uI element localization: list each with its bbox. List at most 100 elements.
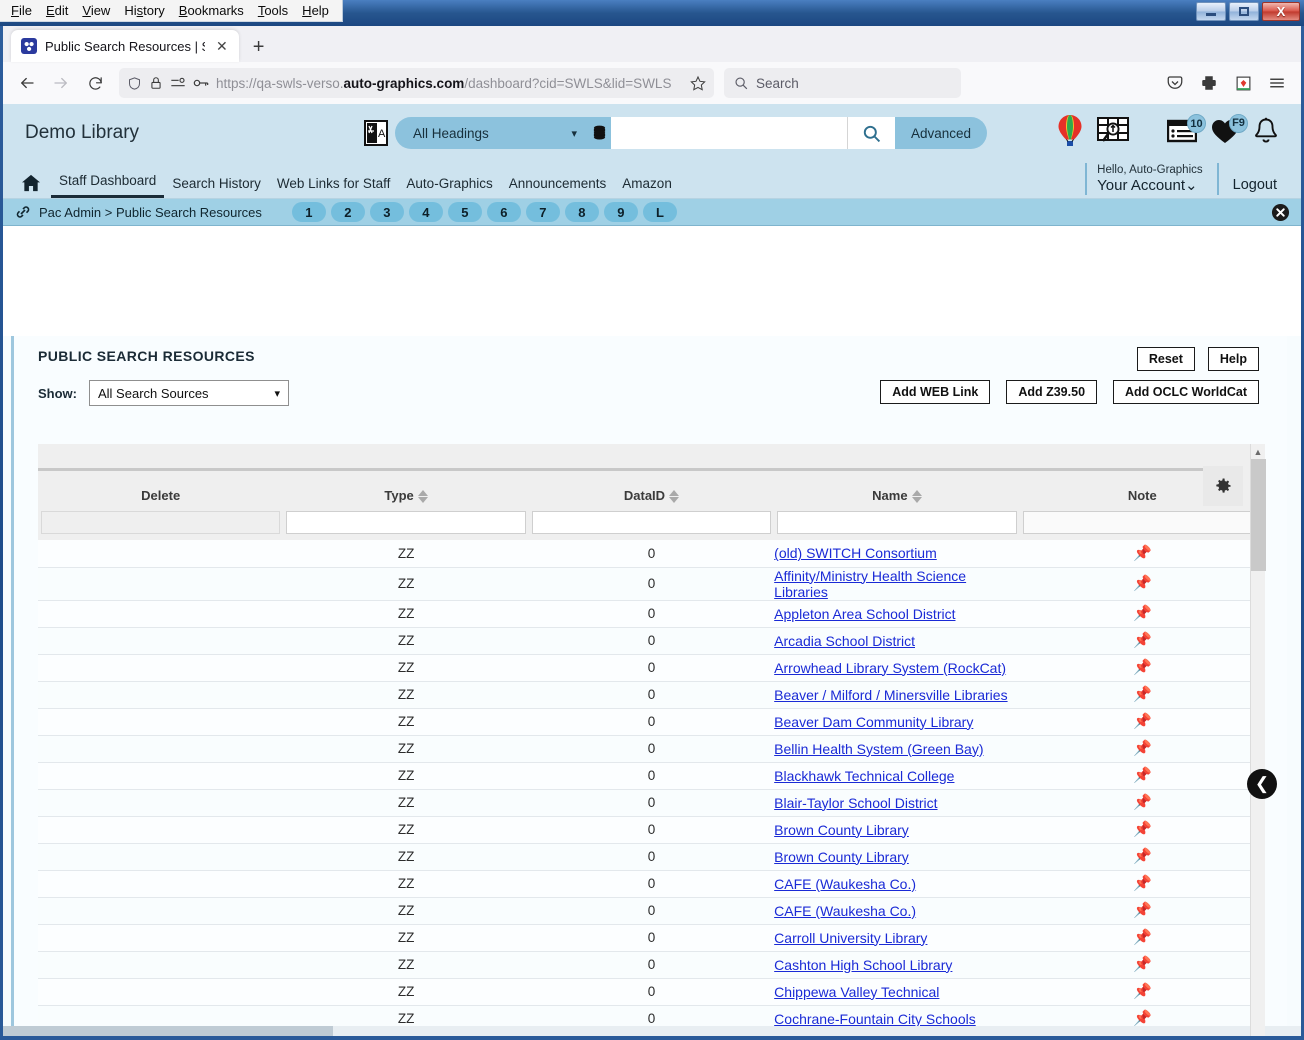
menu-view[interactable]: View xyxy=(75,1,117,20)
pushpin-icon[interactable]: 📌 xyxy=(1133,795,1152,810)
menu-history[interactable]: History xyxy=(117,1,171,20)
cell-delete[interactable] xyxy=(38,951,284,979)
cell-type: ZZ xyxy=(283,789,529,817)
reset-button[interactable]: Reset xyxy=(1136,347,1195,372)
key-icon[interactable] xyxy=(193,76,209,90)
window-maximize-button[interactable] xyxy=(1229,2,1259,21)
menu-file[interactable]: File xyxy=(4,1,39,20)
show-select[interactable]: All Search Sources ▾ xyxy=(89,380,289,406)
cell-delete[interactable] xyxy=(38,789,284,817)
print-icon[interactable] xyxy=(1193,67,1225,99)
add-web-link-button[interactable]: Add WEB Link xyxy=(880,380,991,405)
resource-name-link[interactable]: Affinity/Ministry Health Science Librari… xyxy=(774,568,966,600)
grid-settings-button[interactable] xyxy=(1203,466,1243,506)
resource-name-link[interactable]: Blackhawk Technical College xyxy=(774,768,954,784)
pushpin-icon[interactable]: 📌 xyxy=(1133,903,1152,918)
resource-name-link[interactable]: Brown County Library xyxy=(774,849,909,865)
collapse-panel-button[interactable]: ❮ xyxy=(1247,769,1277,799)
grid-vertical-scrollbar[interactable]: ▲ xyxy=(1250,444,1266,1036)
reload-button[interactable] xyxy=(79,67,111,99)
hscrollbar-thumb[interactable] xyxy=(3,1026,333,1036)
scroll-up-icon[interactable]: ▲ xyxy=(1251,444,1265,459)
cell-delete[interactable] xyxy=(38,897,284,925)
cell-delete[interactable] xyxy=(38,978,284,1006)
pushpin-icon[interactable]: 📌 xyxy=(1133,606,1152,621)
bookmark-star-icon[interactable] xyxy=(690,75,706,91)
pushpin-icon[interactable]: 📌 xyxy=(1133,714,1152,729)
filter-note[interactable] xyxy=(1022,511,1262,535)
browser-search-box[interactable]: Search xyxy=(724,68,961,98)
resource-name-link[interactable]: Carroll University Library xyxy=(774,930,927,946)
resource-name-link[interactable]: CAFE (Waukesha Co.) xyxy=(774,903,916,919)
hamburger-menu-icon[interactable] xyxy=(1261,67,1293,99)
cell-delete[interactable] xyxy=(38,816,284,844)
filter-dataid-input[interactable] xyxy=(531,511,772,535)
pushpin-icon[interactable]: 📌 xyxy=(1133,876,1152,891)
menu-edit[interactable]: Edit xyxy=(39,1,75,20)
cell-delete[interactable] xyxy=(38,870,284,898)
menu-bookmarks[interactable]: Bookmarks xyxy=(172,1,251,20)
resource-name-link[interactable]: Cochrane-Fountain City Schools xyxy=(774,1011,976,1027)
browser-tab-active[interactable]: Public Search Resources | SWLS ✕ xyxy=(11,30,239,62)
help-button[interactable]: Help xyxy=(1207,347,1259,372)
resource-name-link[interactable]: Appleton Area School District xyxy=(774,606,955,622)
window-minimize-button[interactable] xyxy=(1196,2,1226,21)
resource-name-link[interactable]: Arcadia School District xyxy=(774,633,915,649)
add-z3950-button[interactable]: Add Z39.50 xyxy=(1006,380,1098,405)
cell-delete[interactable] xyxy=(38,540,284,568)
menu-help[interactable]: Help xyxy=(295,1,336,20)
tab-close-icon[interactable]: ✕ xyxy=(213,37,231,55)
resource-name-link[interactable]: Blair-Taylor School District xyxy=(774,795,937,811)
column-header-dataid[interactable]: DataID xyxy=(528,480,775,512)
cell-delete[interactable] xyxy=(38,654,284,682)
resource-name-link[interactable]: Beaver / Milford / Minersville Libraries xyxy=(774,687,1007,703)
pushpin-icon[interactable]: 📌 xyxy=(1133,546,1152,561)
pushpin-icon[interactable]: 📌 xyxy=(1133,660,1152,675)
back-button[interactable] xyxy=(11,67,43,99)
resource-name-link[interactable]: Beaver Dam Community Library xyxy=(774,714,973,730)
cell-delete[interactable] xyxy=(38,735,284,763)
pushpin-icon[interactable]: 📌 xyxy=(1133,768,1152,783)
cell-delete[interactable] xyxy=(38,567,284,601)
extension-icon[interactable] xyxy=(1227,67,1259,99)
menu-tools[interactable]: Tools xyxy=(251,1,295,20)
pushpin-icon[interactable]: 📌 xyxy=(1133,822,1152,837)
column-header-name[interactable]: Name xyxy=(774,480,1020,512)
new-tab-button[interactable]: + xyxy=(253,37,265,57)
cell-delete[interactable] xyxy=(38,627,284,655)
resource-name-link[interactable]: (old) SWITCH Consortium xyxy=(774,545,937,561)
pushpin-icon[interactable]: 📌 xyxy=(1133,741,1152,756)
tracking-protection-icon[interactable] xyxy=(170,76,186,90)
pushpin-icon[interactable]: 📌 xyxy=(1133,930,1152,945)
pushpin-icon[interactable]: 📌 xyxy=(1133,633,1152,648)
url-bar[interactable]: https://qa-swls-verso.auto-graphics.com/… xyxy=(119,68,714,98)
cell-delete[interactable] xyxy=(38,708,284,736)
cell-delete[interactable] xyxy=(38,843,284,871)
pushpin-icon[interactable]: 📌 xyxy=(1133,984,1152,999)
forward-button[interactable] xyxy=(45,67,77,99)
page-horizontal-scrollbar[interactable] xyxy=(3,1026,1301,1036)
search-icon xyxy=(734,76,748,90)
window-close-button[interactable]: X xyxy=(1262,2,1300,21)
resource-name-link[interactable]: CAFE (Waukesha Co.) xyxy=(774,876,916,892)
resource-name-link[interactable]: Bellin Health System (Green Bay) xyxy=(774,741,983,757)
cell-delete[interactable] xyxy=(38,600,284,628)
pushpin-icon[interactable]: 📌 xyxy=(1133,576,1152,591)
cell-delete[interactable] xyxy=(38,762,284,790)
pushpin-icon[interactable]: 📌 xyxy=(1133,849,1152,864)
column-header-type[interactable]: Type xyxy=(283,480,529,512)
add-oclc-worldcat-button[interactable]: Add OCLC WorldCat xyxy=(1113,380,1259,405)
resource-name-link[interactable]: Chippewa Valley Technical xyxy=(774,984,939,1000)
pushpin-icon[interactable]: 📌 xyxy=(1133,687,1152,702)
cell-delete[interactable] xyxy=(38,924,284,952)
pushpin-icon[interactable]: 📌 xyxy=(1133,957,1152,972)
pushpin-icon[interactable]: 📌 xyxy=(1133,1011,1152,1026)
filter-name-input[interactable] xyxy=(777,511,1017,535)
resource-name-link[interactable]: Brown County Library xyxy=(774,822,909,838)
cell-delete[interactable] xyxy=(38,681,284,709)
save-to-pocket-icon[interactable] xyxy=(1159,67,1191,99)
resource-name-link[interactable]: Cashton High School Library xyxy=(774,957,952,973)
resource-name-link[interactable]: Arrowhead Library System (RockCat) xyxy=(774,660,1006,676)
scrollbar-thumb[interactable] xyxy=(1251,459,1266,571)
filter-type-input[interactable] xyxy=(286,511,526,535)
